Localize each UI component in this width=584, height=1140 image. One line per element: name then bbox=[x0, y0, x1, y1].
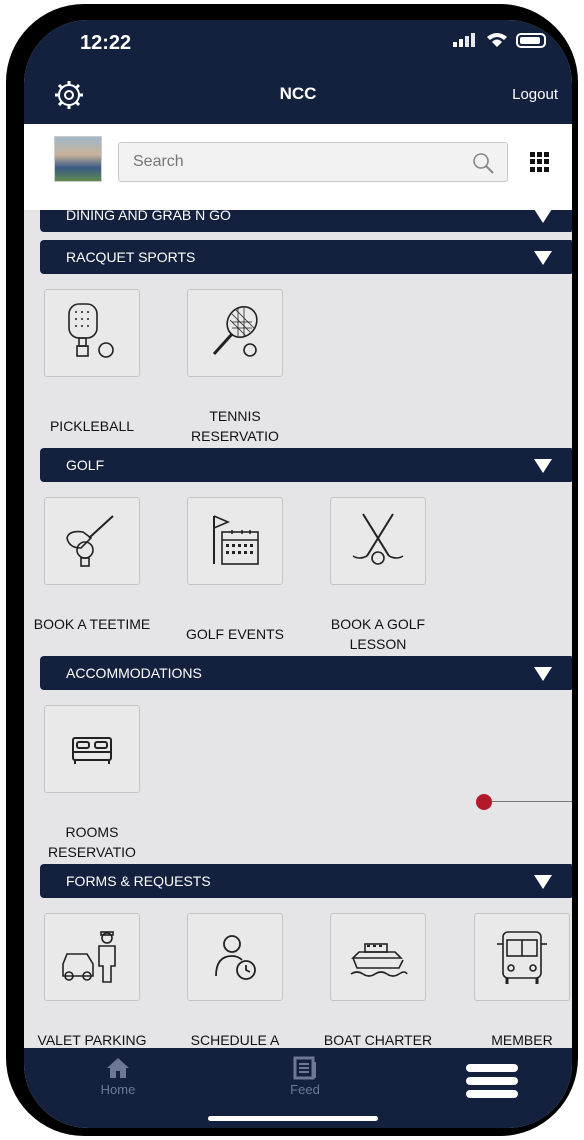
tab-home[interactable]: Home bbox=[78, 1056, 158, 1097]
section-header-golf[interactable]: GOLF bbox=[40, 448, 572, 482]
app-title: NCC bbox=[279, 84, 317, 103]
status-time: 12:22 bbox=[80, 32, 132, 54]
tile-golf-events[interactable] bbox=[187, 497, 283, 585]
logout-button[interactable]: Logout bbox=[512, 86, 558, 103]
tile-label-tennis: TENNIS RESERVATIO bbox=[191, 408, 279, 444]
category-list: DINING AND GRAB N GO RACQUET SPORTS PICK… bbox=[24, 210, 572, 1048]
tab-home-label: Home bbox=[100, 1082, 136, 1097]
section-header-dining[interactable]: DINING AND GRAB N GO bbox=[40, 210, 572, 232]
collapse-triangle-icon bbox=[534, 251, 552, 265]
section-header-forms-requests[interactable]: FORMS & REQUESTS bbox=[40, 864, 572, 898]
section-header-accommodations[interactable]: ACCOMMODATIONS bbox=[40, 656, 572, 690]
pickleball-paddle-icon bbox=[68, 303, 114, 358]
grid-menu-icon[interactable] bbox=[530, 152, 550, 172]
tile-label-book-teetime: BOOK A TEETIME bbox=[33, 616, 151, 632]
section-label: RACQUET SPORTS bbox=[66, 249, 196, 265]
crossed-golf-clubs-icon bbox=[352, 513, 404, 565]
home-indicator bbox=[208, 1116, 378, 1121]
tile-schedule-visitor[interactable] bbox=[187, 913, 283, 1001]
visitor-clock-icon bbox=[215, 935, 256, 980]
tile-label-golf-lesson: BOOK A GOLF LESSON bbox=[330, 616, 426, 652]
tile-label-member-transport: MEMBER TRANSPORT bbox=[491, 1032, 553, 1048]
tile-tennis[interactable] bbox=[187, 289, 283, 377]
signal-icon bbox=[453, 33, 475, 47]
section-label: GOLF bbox=[66, 457, 105, 473]
home-icon bbox=[107, 1058, 129, 1078]
side-button-mute bbox=[10, 174, 20, 218]
tile-pickleball[interactable] bbox=[44, 289, 140, 377]
top-bar: 12:22 NCC Logout bbox=[24, 20, 572, 124]
golf-club-ball-icon bbox=[66, 515, 114, 567]
side-button-volume-down bbox=[10, 396, 20, 496]
golf-flag-calendar-icon bbox=[213, 515, 259, 565]
tile-rooms[interactable] bbox=[44, 705, 140, 793]
tab-feed-label: Feed bbox=[290, 1082, 320, 1097]
search-input[interactable] bbox=[119, 143, 449, 181]
bus-icon bbox=[497, 931, 547, 984]
feed-icon bbox=[293, 1056, 316, 1080]
collapse-triangle-icon bbox=[534, 210, 552, 223]
avatar[interactable] bbox=[54, 136, 102, 182]
collapse-triangle-icon bbox=[534, 667, 552, 681]
tile-label-pickleball: PICKLEBALL bbox=[49, 418, 135, 434]
tile-golf-lesson[interactable] bbox=[330, 497, 426, 585]
section-label: ACCOMMODATIONS bbox=[66, 665, 202, 681]
collapse-triangle-icon bbox=[534, 459, 552, 473]
app-screen: 12:22 NCC Logout Search DINING AND GRAB … bbox=[24, 20, 572, 1128]
tile-label-valet: VALET PARKING bbox=[37, 1032, 147, 1048]
wifi-icon bbox=[487, 33, 507, 47]
red-marker-dot bbox=[476, 794, 492, 810]
marker-line bbox=[492, 801, 572, 802]
section-header-racquet-sports[interactable]: RACQUET SPORTS bbox=[40, 240, 572, 274]
section-label: DINING AND GRAB N GO bbox=[66, 210, 231, 223]
side-button-volume-up bbox=[10, 258, 20, 358]
tile-label-boat-charter: BOAT CHARTER bbox=[323, 1032, 433, 1048]
valet-car-icon bbox=[62, 931, 116, 983]
search-row bbox=[24, 124, 572, 210]
tile-boat-charter[interactable] bbox=[330, 913, 426, 1001]
search-icon[interactable] bbox=[471, 151, 495, 175]
collapse-triangle-icon bbox=[534, 875, 552, 889]
tile-label-schedule-visitor: SCHEDULE A VISITOR bbox=[190, 1032, 280, 1048]
battery-icon bbox=[516, 32, 546, 48]
bed-icon bbox=[72, 737, 112, 764]
phone-frame: 12:22 NCC Logout Search DINING AND GRAB … bbox=[6, 4, 578, 1136]
tennis-racket-icon bbox=[212, 305, 258, 357]
tab-feed[interactable]: Feed bbox=[265, 1056, 345, 1097]
tile-label-golf-events: GOLF EVENTS bbox=[185, 626, 285, 642]
section-label: FORMS & REQUESTS bbox=[66, 873, 211, 889]
hamburger-menu-icon[interactable] bbox=[466, 1064, 518, 1102]
status-icons bbox=[452, 32, 546, 48]
boat-icon bbox=[350, 943, 408, 977]
tile-valet[interactable] bbox=[44, 913, 140, 1001]
tile-book-teetime[interactable] bbox=[44, 497, 140, 585]
search-box bbox=[118, 142, 508, 182]
tile-label-rooms: ROOMS RESERVATIO bbox=[48, 824, 136, 860]
tile-member-transport[interactable] bbox=[474, 913, 570, 1001]
